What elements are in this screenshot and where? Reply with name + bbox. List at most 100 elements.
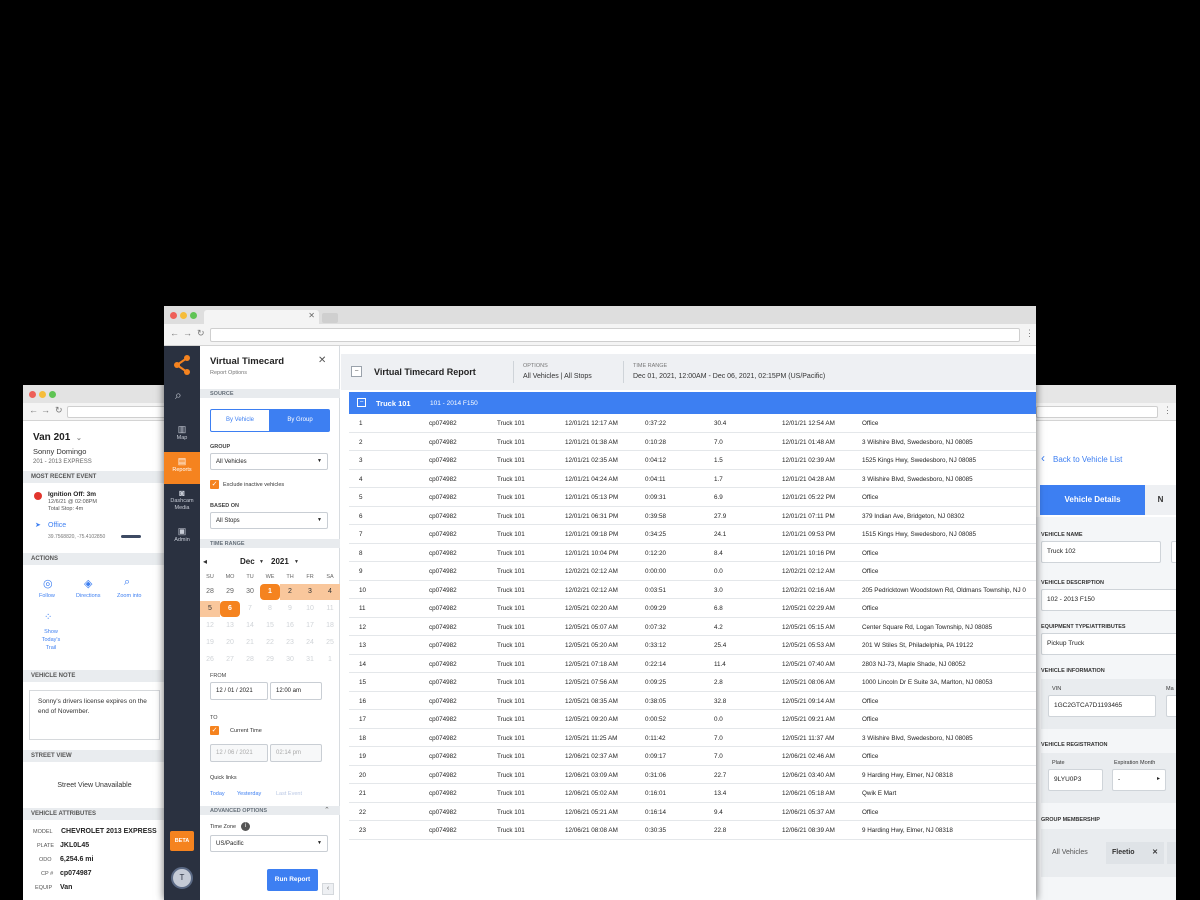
forward-arrow-icon[interactable]: →	[183, 328, 192, 338]
current-time-checkbox[interactable]: ✓	[210, 726, 219, 735]
calendar-day[interactable]: 29	[260, 652, 280, 668]
calendar-day[interactable]: 19	[200, 635, 220, 651]
tab-next[interactable]: N	[1145, 485, 1176, 515]
group-chip-all-vehicles[interactable]: All Vehicles	[1052, 842, 1088, 864]
nav-map[interactable]: ▥ Map	[164, 424, 200, 454]
vin-input[interactable]: 1GC2GTCA7D1193465	[1048, 695, 1156, 717]
maximize-window-dot[interactable]	[190, 312, 197, 319]
calendar-day[interactable]: 17	[300, 618, 320, 634]
table-row[interactable]: 22 cp074982 Truck 101 12/06/21 05:21 AM 0:16…	[349, 803, 1036, 821]
calendar-day[interactable]: 28	[200, 584, 220, 600]
table-row[interactable]: 20 cp074982 Truck 101 12/06/21 03:09 AM 0:31…	[349, 766, 1036, 784]
calendar-day[interactable]: 9	[280, 601, 300, 617]
based-on-select[interactable]: All Stops ▼	[210, 512, 328, 529]
trail-icon[interactable]: ⁘	[44, 612, 52, 623]
quick-link-last-event[interactable]: Last Event	[276, 791, 302, 797]
from-date-input[interactable]: 12 / 01 / 2021	[210, 682, 268, 700]
collapse-all-button[interactable]: −	[351, 366, 362, 377]
by-group-toggle[interactable]: By Group	[270, 409, 330, 432]
nav-reports[interactable]: ▤ Reports	[164, 452, 200, 484]
group-chip-fleetio[interactable]: Fleetio ✕	[1106, 842, 1164, 864]
collapse-group-button[interactable]: −	[357, 398, 366, 407]
equipment-type-input[interactable]: Pickup Truck	[1041, 633, 1176, 655]
chevron-left-icon[interactable]: ‹	[1041, 451, 1045, 465]
minimize-window-dot[interactable]	[39, 391, 46, 398]
table-row[interactable]: 21 cp074982 Truck 101 12/06/21 05:02 AM 0:16…	[349, 784, 1036, 803]
table-row[interactable]: 9 cp074982 Truck 101 12/02/21 02:12 AM 0:00:…	[349, 562, 1036, 581]
table-row[interactable]: 1 cp074982 Truck 101 12/01/21 12:17 AM 0:37:…	[349, 414, 1036, 433]
url-field[interactable]	[210, 328, 1020, 342]
calendar-day[interactable]: 21	[240, 635, 260, 651]
browser-tab[interactable]: ✕	[204, 310, 319, 324]
timezone-select[interactable]: US/Pacific ▼	[210, 835, 328, 852]
chevron-down-icon[interactable]: ⌄	[76, 435, 82, 442]
follow-icon[interactable]: ◎	[43, 577, 53, 590]
quick-link-today[interactable]: Today	[210, 791, 225, 797]
tab-vehicle-details[interactable]: Vehicle Details	[1040, 485, 1145, 515]
table-row[interactable]: 17 cp074982 Truck 101 12/05/21 09:20 AM 0:00…	[349, 710, 1036, 729]
by-vehicle-toggle[interactable]: By Vehicle	[210, 409, 270, 432]
calendar-day[interactable]: 31	[300, 652, 320, 668]
close-icon[interactable]: ✕	[318, 355, 326, 366]
table-row[interactable]: 3 cp074982 Truck 101 12/01/21 02:35 AM 0:04:…	[349, 451, 1036, 470]
calendar-day[interactable]: 1	[260, 584, 280, 600]
back-to-vehicle-list-link[interactable]: Back to Vehicle List	[1053, 455, 1122, 464]
reload-icon[interactable]: ↻	[55, 405, 63, 416]
table-row[interactable]: 14 cp074982 Truck 101 12/05/21 07:18 AM 0:22…	[349, 655, 1036, 673]
search-icon[interactable]: ⌕	[175, 388, 182, 403]
plate-input[interactable]: 9LYU0P3	[1048, 769, 1103, 791]
table-row[interactable]: 13 cp074982 Truck 101 12/05/21 05:20 AM 0:33…	[349, 636, 1036, 655]
table-row[interactable]: 2 cp074982 Truck 101 12/01/21 01:38 AM 0:10:…	[349, 433, 1036, 451]
calendar-day[interactable]: 12	[200, 618, 220, 634]
expiration-month-select[interactable]: - ▸	[1112, 769, 1166, 791]
back-arrow-icon[interactable]: ←	[170, 328, 179, 338]
more-icon[interactable]: ⋮	[1163, 405, 1172, 416]
avatar[interactable]: T	[171, 867, 193, 889]
vehicle-name-input[interactable]: Truck 102	[1041, 541, 1161, 563]
table-row[interactable]: 7 cp074982 Truck 101 12/01/21 09:18 PM 0:34:…	[349, 525, 1036, 544]
action-directions[interactable]: Directions	[76, 593, 100, 599]
collapse-panel-button[interactable]: ‹	[322, 883, 334, 895]
table-row[interactable]: 5 cp074982 Truck 101 12/01/21 05:13 PM 0:09:…	[349, 488, 1036, 507]
calendar-day[interactable]: 20	[220, 635, 240, 651]
close-window-dot[interactable]	[29, 391, 36, 398]
tab-close-icon[interactable]: ✕	[308, 311, 315, 320]
zoom-icon[interactable]: ⌕	[124, 576, 130, 589]
calendar-day[interactable]: 28	[240, 652, 260, 668]
calendar-day[interactable]: 6	[220, 601, 240, 617]
calendar-day[interactable]: 10	[300, 601, 320, 617]
make-input[interactable]	[1166, 695, 1176, 717]
action-follow[interactable]: Follow	[39, 593, 55, 599]
calendar-year[interactable]: 2021	[271, 557, 289, 566]
calendar-day[interactable]: 25	[320, 635, 340, 651]
calendar-day[interactable]: 7	[240, 601, 260, 617]
calendar-day[interactable]: 23	[280, 635, 300, 651]
calendar-day[interactable]: 4	[320, 584, 340, 600]
calendar-day[interactable]: 5	[200, 601, 220, 617]
calendar-day[interactable]: 30	[280, 652, 300, 668]
url-field[interactable]	[67, 406, 166, 418]
close-window-dot[interactable]	[170, 312, 177, 319]
calendar-day[interactable]: 22	[260, 635, 280, 651]
group-row-truck-101[interactable]: − Truck 101 101 - 2014 F150	[349, 392, 1036, 414]
logo-icon[interactable]	[173, 354, 191, 376]
exclude-checkbox[interactable]: ✓	[210, 480, 219, 489]
section-advanced-options[interactable]: ADVANCED OPTIONS	[200, 806, 340, 815]
to-date-input[interactable]: 12 / 06 / 2021	[210, 744, 268, 762]
action-zoom[interactable]: Zoom into	[117, 593, 141, 599]
forward-arrow-icon[interactable]: →	[41, 405, 50, 415]
reload-icon[interactable]: ↻	[197, 328, 205, 339]
calendar-day[interactable]: 30	[240, 584, 260, 600]
table-row[interactable]: 18 cp074982 Truck 101 12/05/21 11:25 AM 0:11…	[349, 729, 1036, 747]
table-row[interactable]: 8 cp074982 Truck 101 12/01/21 10:04 PM 0:12:…	[349, 544, 1036, 562]
table-row[interactable]: 15 cp074982 Truck 101 12/05/21 07:56 AM 0:09…	[349, 673, 1036, 692]
vehicle-field-partial[interactable]	[1171, 541, 1176, 563]
to-time-input[interactable]: 02:14 pm	[270, 744, 322, 762]
calendar-day[interactable]: 24	[300, 635, 320, 651]
calendar-day[interactable]: 27	[220, 652, 240, 668]
run-report-button[interactable]: Run Report	[267, 869, 318, 891]
beta-badge[interactable]: BETA	[170, 831, 194, 851]
new-tab-button[interactable]	[322, 313, 338, 323]
calendar-day[interactable]: 11	[320, 601, 340, 617]
nav-admin[interactable]: ▣ Admin	[164, 526, 200, 550]
